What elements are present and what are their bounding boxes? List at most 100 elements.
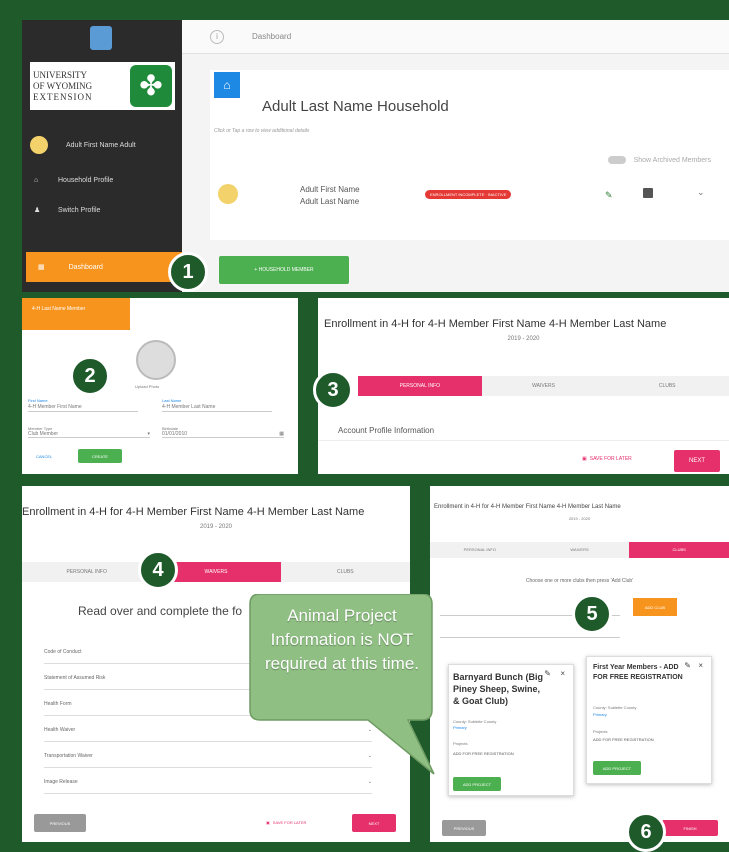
university-line2: OF WYOMING: [33, 80, 93, 91]
edit-icon[interactable]: ✎: [544, 669, 551, 678]
member-first-name: Adult First Name: [300, 185, 360, 194]
tab-personal-info[interactable]: PERSONAL INFO: [358, 376, 482, 396]
university-line1: UNIVERSITY: [33, 69, 87, 80]
sidebar-item-label: Household Profile: [58, 176, 114, 184]
edit-icon[interactable]: ✎: [605, 190, 613, 201]
save-for-later-label: SAVE FOR LATER: [272, 820, 307, 825]
enrollment-tabs: PERSONAL INFO WAIVERS CLUBS: [358, 376, 729, 396]
next-button[interactable]: NEXT: [352, 814, 396, 832]
info-icon[interactable]: i: [210, 29, 224, 44]
sidebar-item-household-profile[interactable]: ⌂ Household Profile: [34, 172, 113, 188]
show-archived-label: Show Archived Members: [633, 156, 711, 164]
clubs-instruction: Choose one or more clubs then press 'Add…: [525, 578, 634, 584]
last-name-field[interactable]: 4-H Member Last Name: [162, 403, 272, 411]
tab-personal-info[interactable]: PERSONAL INFO: [22, 562, 151, 582]
chevron-down-icon[interactable]: ⌄: [368, 779, 372, 785]
project-item[interactable]: ADD FOR FREE REGISTRATION: [593, 737, 663, 742]
profile-photo[interactable]: [136, 340, 176, 380]
show-archived-toggle[interactable]: Show Archived Members: [607, 156, 711, 164]
club-county: County: Sublette County: [453, 719, 497, 724]
step-1-badge: 1: [168, 252, 208, 292]
chevron-down-icon[interactable]: ⌄: [697, 187, 705, 198]
save-for-later-button[interactable]: ▣ SAVE FOR LATER: [266, 820, 306, 825]
avatar: [30, 136, 48, 154]
add-project-button[interactable]: ADD PROJECT: [453, 777, 501, 791]
callout-text: Animal Project Information is NOT requir…: [264, 606, 419, 673]
tab-personal-info[interactable]: PERSONAL INFO: [430, 542, 530, 558]
projects-label: Projects: [453, 741, 468, 746]
close-icon[interactable]: ×: [698, 661, 703, 670]
club-title: First Year Members - ADD FOR FREE REGIST…: [593, 664, 683, 681]
club-county: County: Sublette County: [593, 705, 637, 710]
tab-clubs[interactable]: CLUBS: [281, 562, 410, 582]
member-type-select[interactable]: Club Member ▾: [28, 431, 150, 437]
sidebar-item-dashboard[interactable]: ▦ Dashboard: [26, 252, 182, 282]
save-for-later-button[interactable]: ▣ SAVE FOR LATER: [582, 456, 632, 462]
waiver-label: Code of Conduct: [44, 648, 82, 655]
project-item[interactable]: ADD FOR FREE REGISTRATION: [453, 751, 523, 756]
status-badge: ENROLLMENT INCOMPLETE · INACTIVE: [425, 190, 512, 199]
calendar-icon[interactable]: ▦: [279, 431, 284, 437]
finish-button[interactable]: FINISH: [662, 820, 718, 836]
member-header-button[interactable]: 4-H Last Name Member: [22, 298, 130, 330]
save-icon: ▣: [582, 456, 587, 462]
create-button[interactable]: CREATE: [78, 449, 122, 463]
tab-waivers[interactable]: WAIVERS: [530, 542, 630, 558]
close-icon[interactable]: ×: [560, 669, 565, 678]
enrollment-title: Enrollment in 4-H for 4-H Member First N…: [434, 504, 621, 510]
add-club-button[interactable]: ADD CLUB: [633, 598, 677, 616]
cancel-button[interactable]: CANCEL: [36, 454, 52, 459]
waiver-label: Health Waiver: [44, 726, 76, 733]
person-icon: ♟: [34, 207, 41, 214]
clubs-panel: Enrollment in 4-H for 4-H Member First N…: [430, 486, 729, 842]
create-member-panel: 4-H Last Name Member Upload Photo First …: [22, 298, 298, 474]
extension-label: EXTENSION: [33, 91, 93, 102]
section-heading: Account Profile Information: [338, 426, 435, 435]
waiver-instruction: Read over and complete the fo: [78, 604, 243, 618]
enrollment-tabs: PERSONAL INFO WAIVERS CLUBS: [22, 562, 410, 582]
card-icon[interactable]: [643, 188, 653, 198]
user-name: Adult First Name Adult: [66, 141, 136, 149]
home-icon: ⌂: [34, 176, 39, 184]
top-bar: i Dashboard: [182, 20, 729, 54]
add-project-button[interactable]: ADD PROJECT: [593, 761, 641, 775]
waiver-label: Transportation Waiver: [44, 752, 93, 759]
dashboard-panel: UNIVERSITY OF WYOMING EXTENSION ✤ Adult …: [22, 20, 729, 292]
sidebar-item-switch-profile[interactable]: ♟ Switch Profile: [34, 202, 100, 218]
step-6-badge: 6: [626, 812, 666, 852]
breadcrumb[interactable]: Dashboard: [252, 32, 291, 41]
birthdate-field[interactable]: 01/01/2010 ▦: [162, 431, 284, 437]
step-3-badge: 3: [313, 370, 353, 410]
household-title: Adult Last Name Household: [262, 98, 449, 115]
user-row[interactable]: Adult First Name Adult: [30, 133, 180, 157]
projects-label: Projects: [593, 729, 608, 734]
next-button[interactable]: NEXT: [674, 450, 720, 472]
app-logo: [90, 26, 112, 50]
save-for-later-label: SAVE FOR LATER: [589, 456, 632, 462]
add-household-member-button[interactable]: + HOUSEHOLD MEMBER: [219, 256, 349, 284]
club-primary-flag: Primary: [593, 712, 607, 717]
step-5-badge: 5: [572, 594, 612, 634]
enrollment-title: Enrollment in 4-H for 4-H Member First N…: [22, 506, 365, 518]
step-4-badge: 4: [138, 550, 178, 590]
home-badge-icon: ⌂: [214, 72, 240, 98]
waiver-label: Image Release: [44, 778, 78, 785]
first-name-field[interactable]: 4-H Member First Name: [28, 403, 138, 411]
tab-clubs[interactable]: CLUBS: [629, 542, 729, 558]
enrollment-year: 2019 - 2020: [568, 516, 591, 521]
edit-icon[interactable]: ✎: [684, 661, 691, 670]
save-icon: ▣: [266, 820, 270, 825]
enrollment-tabs: PERSONAL INFO WAIVERS CLUBS: [430, 542, 729, 558]
waiver-label: Statement of Assumed Risk: [44, 674, 106, 681]
member-row[interactable]: Adult First Name Adult Last Name ENROLLM…: [210, 178, 729, 218]
previous-button[interactable]: PREVIOUS: [34, 814, 86, 832]
member-type-value: Club Member: [28, 431, 59, 437]
toggle-switch[interactable]: [607, 156, 626, 164]
waiver-label: Health Form: [44, 700, 72, 707]
tab-waivers[interactable]: WAIVERS: [482, 376, 606, 396]
previous-button[interactable]: PREVIOUS: [442, 820, 486, 836]
enrollment-year: 2019 - 2020: [199, 524, 233, 530]
tab-clubs[interactable]: CLUBS: [605, 376, 729, 396]
dashboard-icon: ▦: [38, 264, 45, 271]
sidebar-item-label: Dashboard: [68, 263, 103, 271]
